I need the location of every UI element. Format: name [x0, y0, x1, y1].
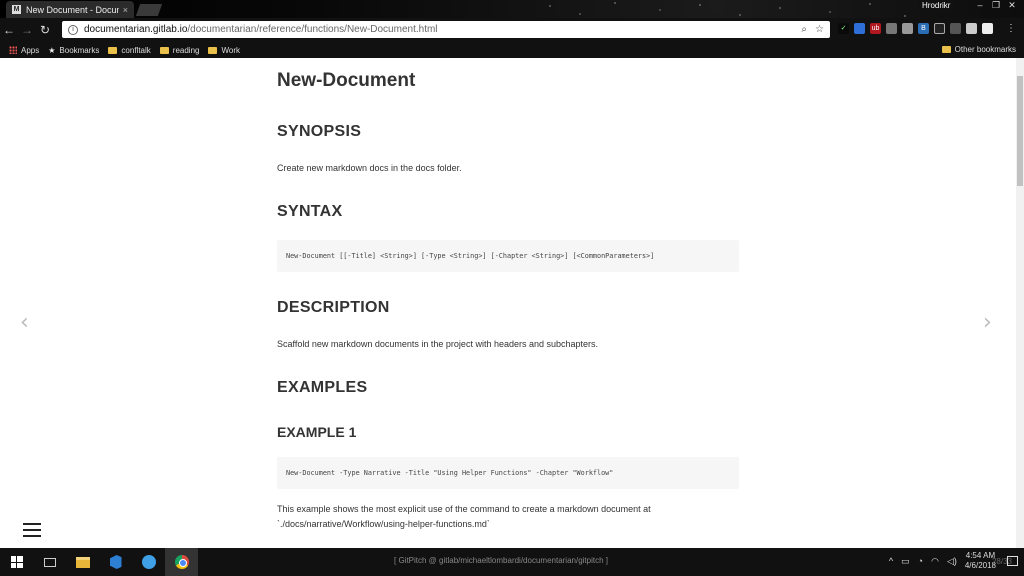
task-view-button[interactable] [33, 548, 66, 576]
folder-icon [108, 46, 118, 54]
example-1-text-line-2: `./docs/narrative/Workflow/using-helper-… [277, 519, 490, 529]
example-1-code-block: New-Document -Type Narrative -Title "Usi… [277, 457, 739, 489]
new-tab-button[interactable] [135, 4, 163, 16]
syntax-code-block: New-Document [[-Title] <String>] [-Type … [277, 240, 739, 272]
bookmark-work[interactable]: Work [208, 46, 240, 55]
hamburger-menu-icon[interactable] [23, 523, 41, 537]
page-favicon-icon: M [12, 5, 21, 14]
extension-white-icon[interactable] [982, 23, 993, 34]
folder-icon [941, 46, 951, 53]
page-scrollbar[interactable] [1016, 58, 1024, 548]
show-hidden-icons-icon[interactable]: ^ [889, 556, 893, 566]
app-globe-icon [141, 555, 156, 569]
browser-tab-strip: M New Document - Docum × Hrodrikr – ❐ ✕ [0, 0, 1024, 60]
scrollbar-thumb[interactable] [1017, 76, 1023, 186]
example-1-text-line-1: This example shows the most explicit use… [277, 504, 651, 514]
syntax-heading: SYNTAX [277, 203, 343, 220]
volume-icon[interactable]: ◁) [947, 556, 957, 567]
extension-b-icon[interactable]: B [918, 23, 929, 34]
description-text: Scaffold new markdown documents in the p… [277, 339, 599, 349]
system-tray: ^ ▭ ◔ ◠ ◁) 4:54 AM 4/6/2018 [889, 551, 996, 571]
chrome-icon [174, 555, 189, 569]
example-1-heading: EXAMPLE 1 [277, 424, 357, 440]
reload-icon[interactable]: ↻ [36, 23, 54, 37]
browser-tab-active[interactable]: M New Document - Docum × [6, 1, 134, 18]
prev-slide-arrow-icon[interactable]: ‹ [20, 310, 29, 335]
minimize-icon[interactable]: – [972, 0, 988, 12]
url-host: documentarian.gitlab.io [84, 24, 188, 35]
battery-icon[interactable]: ▭ [901, 556, 910, 567]
description-heading: DESCRIPTION [277, 299, 390, 316]
next-slide-arrow-icon[interactable]: › [983, 310, 992, 335]
wifi-icon[interactable]: ◠ [931, 556, 939, 567]
apps-grid-icon [9, 46, 17, 54]
file-explorer-icon [75, 556, 90, 568]
page-viewport: ‹ › New-Document SYNOPSIS Create new mar… [0, 58, 1024, 548]
tab-title: New Document - Docum [26, 4, 119, 15]
windows-taskbar: [ GitPitch @ gitlab/michaeltlombardi/doc… [0, 548, 1024, 576]
maximize-icon[interactable]: ❐ [988, 0, 1004, 12]
extension-check-icon[interactable]: ✓ [838, 23, 849, 34]
bookmark-reading[interactable]: reading [159, 46, 199, 55]
address-bar[interactable]: i documentarian.gitlab.io/documentarian/… [62, 21, 830, 38]
chrome-taskbar-button[interactable] [165, 548, 198, 576]
task-view-icon [43, 557, 56, 567]
site-info-icon[interactable]: i [68, 24, 78, 35]
action-center-icon[interactable] [1007, 556, 1018, 566]
bookmarks-bar: Apps ★ Bookmarks confltalk reading Work O… [0, 42, 1024, 58]
bookmark-apps[interactable]: Apps [9, 46, 39, 55]
extension-shield-icon[interactable] [950, 23, 961, 34]
search-icon[interactable]: ⌕ [801, 24, 807, 35]
examples-heading: EXAMPLES [277, 379, 368, 396]
folder-icon [159, 46, 169, 54]
extension-icons: ✓ ub B [838, 23, 993, 34]
file-explorer-button[interactable] [66, 548, 99, 576]
folder-icon [208, 46, 218, 54]
vscode-button[interactable] [99, 548, 132, 576]
bookmark-bookmarks[interactable]: ★ Bookmarks [48, 46, 99, 55]
extension-square-icon[interactable] [966, 23, 977, 34]
network-icon[interactable]: ◔ [918, 556, 923, 566]
start-button[interactable] [0, 548, 33, 576]
browser-toolbar: ← → ↻ i documentarian.gitlab.io/document… [0, 18, 1024, 42]
close-window-icon[interactable]: ✕ [1004, 0, 1020, 12]
tab-close-icon[interactable]: × [123, 5, 128, 15]
extension-info-icon[interactable] [934, 23, 945, 34]
url-path: /documentarian/reference/functions/New-D… [187, 24, 438, 35]
vscode-icon [109, 555, 122, 569]
synopsis-text: Create new markdown docs in the docs fol… [277, 163, 462, 173]
app-button[interactable] [132, 548, 165, 576]
extension-puzzle-icon[interactable] [902, 23, 913, 34]
synopsis-heading: SYNOPSIS [277, 123, 362, 140]
extension-blue-icon[interactable] [854, 23, 865, 34]
back-arrow-icon[interactable]: ← [0, 23, 18, 37]
bookmark-star-icon[interactable]: ☆ [815, 24, 824, 35]
ublock-icon[interactable]: ub [870, 23, 881, 34]
star-icon: ★ [48, 45, 56, 55]
chrome-menu-icon[interactable]: ⋮ [1002, 23, 1020, 34]
presentation-footer: [ GitPitch @ gitlab/michaeltlombardi/doc… [394, 556, 608, 565]
profile-name-chip[interactable]: Hrodrikr [918, 0, 955, 12]
bookmark-confltalk[interactable]: confltalk [108, 46, 151, 55]
forward-arrow-icon[interactable]: → [18, 23, 36, 37]
bookmark-other[interactable]: Other bookmarks [941, 45, 1016, 54]
extension-gray-icon[interactable] [886, 23, 897, 34]
window-controls: – ❐ ✕ [972, 0, 1020, 12]
page-title: New-Document [277, 70, 416, 91]
windows-logo-icon [10, 556, 23, 568]
